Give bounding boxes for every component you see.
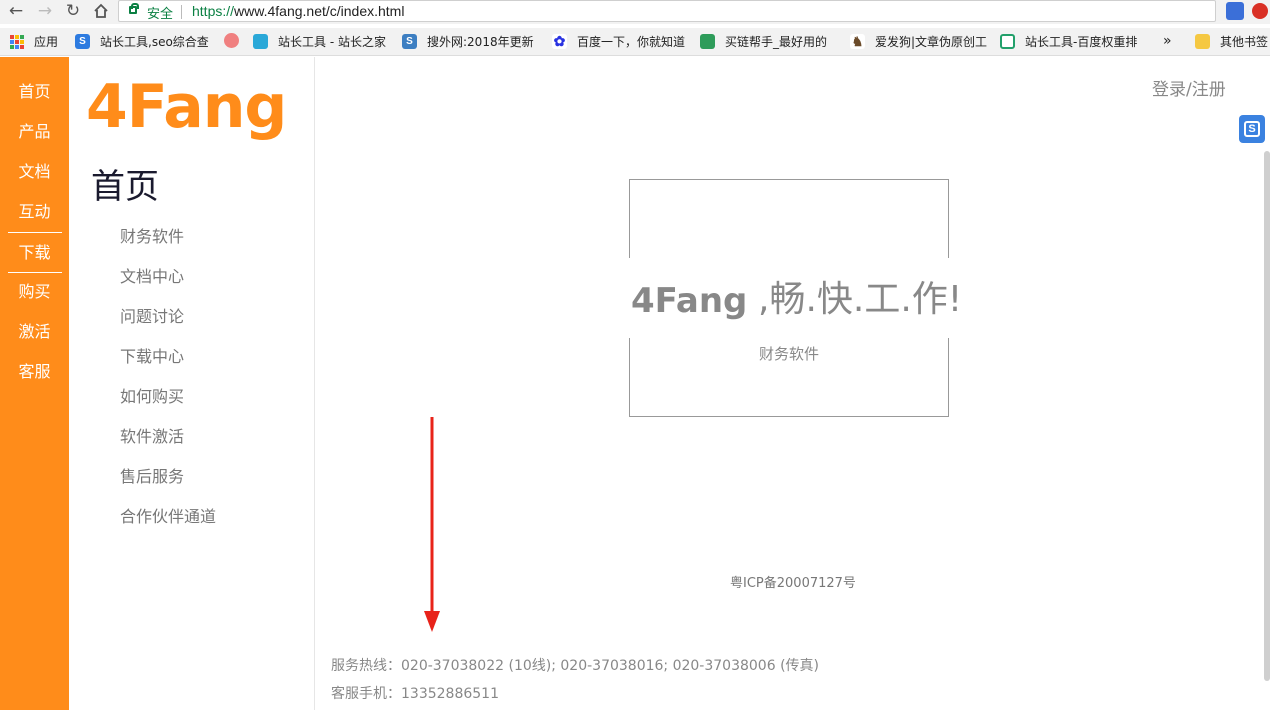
bookmark-label: 应用 <box>34 35 59 49</box>
nav-item-docs[interactable]: 文档 <box>0 152 69 192</box>
avatar-icon <box>224 33 239 48</box>
adblock-extension-icon[interactable] <box>1252 3 1268 19</box>
chinaz-icon: S <box>75 34 90 49</box>
slogan-text: ,畅.快.工.作! <box>758 279 963 320</box>
slogan-brand: 4Fang <box>631 281 748 321</box>
bookmark-label: 站长工具-百度权重排 <box>1025 35 1138 49</box>
service-mobile: 客服手机：13352886511 <box>331 686 499 702</box>
folder-icon <box>1195 34 1210 49</box>
subnav-item-doc-center[interactable]: 文档中心 <box>120 265 184 289</box>
subnav-item-after-sales[interactable]: 售后服务 <box>120 465 184 489</box>
main-nav: 首页 产品 文档 互动 下载 购买 激活 客服 <box>0 57 69 710</box>
bookmark-avatar[interactable] <box>224 33 249 48</box>
maillian-icon <box>700 34 715 49</box>
scrollbar[interactable] <box>1264 151 1270 681</box>
bookmark-label: 百度一下，你就知道 <box>577 35 686 49</box>
bookmark-souwai[interactable]: S 搜外网:2018年更新 <box>402 33 534 50</box>
dog-icon: ♞ <box>850 33 865 49</box>
nav-item-buy[interactable]: 购买 <box>0 272 69 312</box>
back-arrow-icon[interactable]: ← <box>6 1 26 21</box>
bookmark-label: 搜外网:2018年更新 <box>427 35 534 49</box>
bookmark-label: 爱发狗|文章伪原创工 <box>875 35 988 49</box>
site-logo[interactable]: 4Fang <box>86 71 287 143</box>
bookmark-label: 站长工具,seo综合查 <box>100 35 209 49</box>
subnav-item-discussion[interactable]: 问题讨论 <box>120 305 184 329</box>
address-bar[interactable]: 安全 https://www.4fang.net/c/index.html ☆ <box>118 0 1216 22</box>
subnav-item-how-to-buy[interactable]: 如何购买 <box>120 385 184 409</box>
floating-tool-icon[interactable]: S <box>1239 115 1265 143</box>
service-hotline: 服务热线：020-37038022 (10线); 020-37038016; 0… <box>331 658 819 674</box>
reload-icon[interactable]: ↻ <box>63 1 83 21</box>
baidu-paw-icon: ✿ <box>552 33 567 49</box>
url-separator <box>181 5 182 19</box>
subnav-item-download-center[interactable]: 下载中心 <box>120 345 184 369</box>
url-path: www.4fang.net/c/index.html <box>234 3 405 19</box>
nav-item-interact[interactable]: 互动 <box>0 192 69 232</box>
nav-item-home[interactable]: 首页 <box>0 72 69 112</box>
url-scheme: https:// <box>192 3 235 19</box>
bookmark-label: 买链帮手_最好用的 <box>725 35 828 49</box>
translate-extension-icon[interactable] <box>1226 2 1244 20</box>
bookmark-apps[interactable]: 应用 <box>10 33 58 50</box>
bookmark-label: 站长工具 - 站长之家 <box>278 35 386 49</box>
home-icon[interactable] <box>91 1 111 21</box>
icp-license[interactable]: 粤ICP备20007127号 <box>730 572 856 591</box>
nav-item-download[interactable]: 下载 <box>0 233 69 273</box>
subnav-item-partners[interactable]: 合作伙伴通道 <box>120 505 216 529</box>
nav-item-support[interactable]: 客服 <box>0 352 69 392</box>
lock-icon <box>129 3 139 14</box>
apps-grid-icon <box>10 34 24 49</box>
browser-toolbar: ← → ↻ 安全 https://www.4fang.net/c/index.h… <box>0 0 1270 24</box>
bookmark-baidu[interactable]: ✿ 百度一下，你就知道 <box>552 33 685 50</box>
secure-label: 安全 <box>147 7 174 22</box>
url-text[interactable]: https://www.4fang.net/c/index.html <box>192 1 404 21</box>
subnav-item-finance-software[interactable]: 财务软件 <box>120 225 184 249</box>
aizhan-icon <box>1000 34 1015 49</box>
bookmarks-bar: 应用 S 站长工具,seo综合查 站长工具 - 站长之家 S 搜外网:2018年… <box>0 28 1270 56</box>
red-arrow-annotation <box>424 417 440 632</box>
bookmark-label: 其他书签 <box>1220 35 1269 49</box>
nav-item-activate[interactable]: 激活 <box>0 312 69 352</box>
hero-label[interactable]: 财务软件 <box>629 343 949 364</box>
other-bookmarks[interactable]: 其他书签 <box>1195 33 1268 50</box>
souwai-icon: S <box>402 34 417 49</box>
sidebar-divider <box>314 57 315 710</box>
chinaz-bookmark-icon <box>253 34 268 49</box>
subnav-item-activation[interactable]: 软件激活 <box>120 425 184 449</box>
nav-item-products[interactable]: 产品 <box>0 112 69 152</box>
login-register-link[interactable]: 登录/注册 <box>1152 75 1226 100</box>
section-title: 首页 <box>91 167 159 207</box>
bookmark-chinaz-seo[interactable]: S 站长工具,seo综合查 <box>75 33 209 50</box>
bookmark-mailian[interactable]: 买链帮手_最好用的 <box>700 33 827 50</box>
forward-arrow-icon[interactable]: → <box>35 1 55 21</box>
more-bookmarks-button[interactable]: » <box>1163 33 1172 49</box>
page-content: 首页 产品 文档 互动 下载 购买 激活 客服 4Fang 首页 财务软件 文档… <box>0 57 1270 710</box>
bookmark-aifagou[interactable]: ♞ 爱发狗|文章伪原创工 <box>850 33 987 50</box>
bookmark-aizhan[interactable]: 站长工具-百度权重排 <box>1000 33 1137 50</box>
bookmark-chinaz-home[interactable]: 站长工具 - 站长之家 <box>253 33 386 50</box>
